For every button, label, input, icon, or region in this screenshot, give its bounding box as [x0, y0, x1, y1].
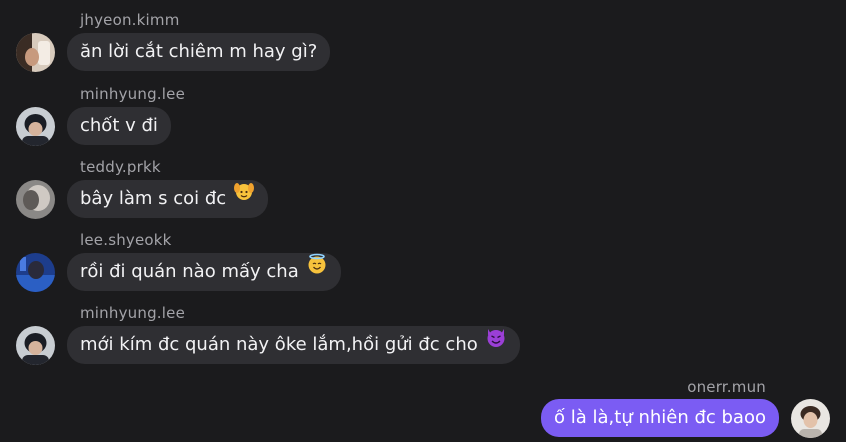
message-bubble[interactable]: bây làm s coi đc: [67, 178, 269, 218]
avatar[interactable]: [16, 33, 55, 72]
avatar-photo-light-icon: [791, 399, 830, 438]
avatar-photo-gray-icon: [16, 180, 55, 219]
message-text: ố là là,tự nhiên đc baoo: [554, 407, 766, 428]
avatar[interactable]: [16, 253, 55, 292]
sender-username[interactable]: teddy.prkk: [80, 158, 161, 176]
sender-username[interactable]: jhyeon.kimm: [80, 11, 180, 29]
message-text: rồi đi quán nào mấy cha: [80, 261, 299, 282]
sender-username[interactable]: lee.shyeokk: [80, 231, 172, 249]
sender-username[interactable]: minhyung.lee: [80, 85, 185, 103]
avatar-photo-cap-icon: [16, 326, 55, 365]
sender-username[interactable]: onerr.mun: [687, 378, 766, 396]
avatar-photo-blue-icon: [16, 253, 55, 292]
avatar[interactable]: [16, 107, 55, 146]
message-bubble[interactable]: rồi đi quán nào mấy cha: [67, 253, 341, 291]
message-bubble[interactable]: chốt v đi: [67, 107, 171, 145]
message-bubble-outgoing[interactable]: ố là là,tự nhiên đc baoo: [541, 399, 779, 437]
message-text: chốt v đi: [80, 115, 158, 136]
face-with-raised-hands-icon: [233, 178, 255, 216]
chat-thread: jhyeon.kimm ăn lời cắt chiêm m hay gì? m…: [0, 0, 846, 442]
avatar[interactable]: [16, 180, 55, 219]
smiling-devil-icon: [485, 324, 507, 362]
avatar-photo-cap-icon: [16, 107, 55, 146]
message-text: ăn lời cắt chiêm m hay gì?: [80, 41, 318, 62]
avatar[interactable]: [791, 399, 830, 438]
avatar[interactable]: [16, 326, 55, 365]
message-text: mới kím đc quán này ôke lắm,hồi gửi đc c…: [80, 334, 478, 355]
message-bubble[interactable]: mới kím đc quán này ôke lắm,hồi gửi đc c…: [67, 326, 520, 364]
avatar-photo-hand-icon: [16, 33, 55, 72]
sender-username[interactable]: minhyung.lee: [80, 304, 185, 322]
smiling-face-with-halo-icon: [306, 251, 328, 289]
message-bubble[interactable]: ăn lời cắt chiêm m hay gì?: [67, 33, 331, 71]
message-text: bây làm s coi đc: [80, 188, 227, 209]
